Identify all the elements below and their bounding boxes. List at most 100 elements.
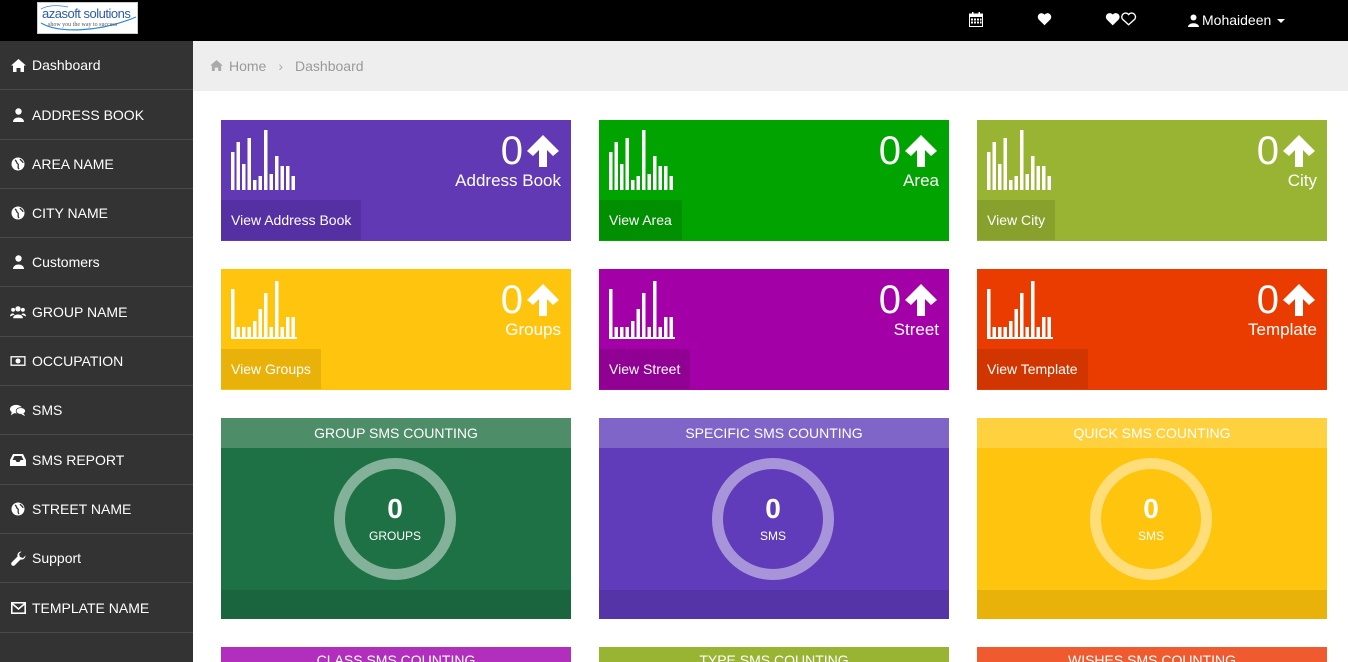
home-icon: [210, 58, 223, 74]
sidebar-item-sms-report[interactable]: SMS REPORT: [0, 436, 193, 485]
stat-box-groups: 0 Groups View Groups: [221, 269, 571, 390]
panel-type-sms-counting: TYPE SMS COUNTING: [599, 647, 949, 662]
user-icon: [10, 108, 26, 122]
user-icon: [10, 255, 26, 269]
panel-title: TYPE SMS COUNTING: [699, 652, 849, 662]
bar-chart-icon: [609, 281, 675, 339]
stat-value-row: 0: [1257, 278, 1317, 322]
logo-text: azasoft solutions: [42, 6, 131, 21]
stat-box-city: 0 City View City: [977, 120, 1327, 241]
count-ring: 0 SMS: [1090, 458, 1212, 580]
top-navbar: azasoft solutions show you the way to su…: [0, 0, 1348, 41]
sidebar-item-city-name[interactable]: CITY NAME: [0, 189, 193, 238]
breadcrumb-home-link[interactable]: Home: [229, 58, 266, 74]
sidebar-item-label: SMS REPORT: [32, 452, 125, 468]
view-groups-link[interactable]: View Groups: [221, 349, 321, 389]
sidebar-item-label: SMS: [32, 402, 63, 418]
count-unit: SMS: [759, 529, 786, 543]
sidebar-item-label: OCCUPATION: [32, 353, 124, 369]
calendar-icon[interactable]: [969, 12, 983, 31]
panel-specific-sms-counting: SPECIFIC SMS COUNTING 0 SMS: [599, 418, 949, 619]
sidebar-item-label: ADDRESS BOOK: [32, 107, 145, 123]
envelope-icon: [10, 602, 26, 614]
count-value: 0: [1143, 493, 1159, 524]
panel-title: GROUP SMS COUNTING: [221, 418, 571, 448]
sidebar-item-occupation[interactable]: OCCUPATION: [0, 337, 193, 386]
user-menu-dropdown[interactable]: Mohaideen: [1188, 12, 1286, 29]
stat-box-address-book: 0 Address Book View Address Book: [221, 120, 571, 241]
wrench-icon: [10, 550, 26, 566]
view-street-link[interactable]: View Street: [599, 349, 691, 389]
bar-chart-icon: [987, 281, 1053, 339]
arrow-up-icon: [1283, 135, 1315, 167]
stat-label: Street: [893, 320, 939, 339]
stat-value: 0: [500, 278, 523, 322]
panel-footer: [599, 590, 949, 619]
panel-quick-sms-counting: QUICK SMS COUNTING 0 SMS: [977, 418, 1327, 619]
stat-value: 0: [1256, 278, 1279, 322]
count-ring: 0 SMS: [712, 458, 834, 580]
stat-value: 0: [878, 129, 901, 173]
sidebar-item-label: GROUP NAME: [32, 304, 128, 320]
view-template-link[interactable]: View Template: [977, 349, 1088, 389]
sidebar-item-customers[interactable]: Customers: [0, 238, 193, 287]
company-logo[interactable]: azasoft solutions show you the way to su…: [37, 2, 138, 34]
view-address-book-link[interactable]: View Address Book: [221, 200, 362, 240]
sidebar-item-label: Customers: [32, 254, 100, 270]
sidebar-item-label: AREA NAME: [32, 156, 114, 172]
sidebar-item-area-name[interactable]: AREA NAME: [0, 140, 193, 189]
logo-tagline: show you the way to success: [48, 22, 118, 28]
arrow-up-icon: [905, 284, 937, 316]
breadcrumb-separator: ›: [278, 58, 284, 74]
globe-icon: [10, 502, 26, 516]
count-value: 0: [765, 493, 781, 524]
view-city-link[interactable]: View City: [977, 200, 1056, 240]
stat-value: 0: [1256, 129, 1279, 173]
view-area-link[interactable]: View Area: [599, 200, 682, 240]
users-icon: [10, 305, 26, 319]
stat-value: 0: [878, 278, 901, 322]
chevron-down-icon: [1277, 18, 1286, 23]
inbox-icon: [10, 454, 26, 466]
count-unit: GROUPS: [368, 529, 421, 543]
sidebar-item-label: CITY NAME: [32, 205, 108, 221]
heart-icon[interactable]: [1037, 12, 1052, 30]
arrow-up-icon: [905, 135, 937, 167]
sidebar-item-sms[interactable]: SMS: [0, 386, 193, 435]
bar-chart-icon: [609, 130, 673, 190]
stat-box-template: 0 Template View Template: [977, 269, 1327, 390]
stat-value: 0: [500, 129, 523, 173]
panel-title: CLASS SMS COUNTING: [316, 652, 476, 662]
sidebar-item-support[interactable]: Support: [0, 534, 193, 583]
panel-wishes-sms-counting: WISHES SMS COUNTING: [977, 647, 1327, 662]
sidebar-item-label: Dashboard: [32, 57, 101, 73]
bar-chart-icon: [231, 281, 297, 339]
stat-label: Area: [903, 171, 939, 190]
count-ring: 0 GROUPS: [334, 458, 456, 580]
panel-group-sms-counting: GROUP SMS COUNTING 0 GROUPS: [221, 418, 571, 619]
sidebar-item-street-name[interactable]: STREET NAME: [0, 485, 193, 534]
hearts-icon[interactable]: [1104, 12, 1138, 30]
bar-chart-icon: [987, 130, 1051, 190]
arrow-up-icon: [1283, 284, 1315, 316]
stat-label: Address Book: [455, 171, 561, 190]
stat-label: Groups: [505, 320, 561, 339]
stat-value-row: 0: [879, 278, 939, 322]
panel-footer: [977, 590, 1327, 619]
arrow-up-icon: [527, 135, 559, 167]
sidebar-item-address-book[interactable]: ADDRESS BOOK: [0, 91, 193, 140]
sidebar-item-template-name[interactable]: TEMPLATE NAME: [0, 584, 193, 633]
home-icon: [10, 58, 26, 72]
sidebar-item-dashboard[interactable]: Dashboard: [0, 41, 193, 90]
sidebar-item-label: TEMPLATE NAME: [32, 600, 150, 616]
sidebar: Dashboard ADDRESS BOOK AREA NAME CITY NA…: [0, 41, 193, 662]
stat-box-area: 0 Area View Area: [599, 120, 949, 241]
bar-chart-icon: [231, 130, 295, 190]
panel-title: SPECIFIC SMS COUNTING: [599, 418, 949, 448]
panel-title: QUICK SMS COUNTING: [977, 418, 1327, 448]
globe-icon: [10, 206, 26, 220]
stat-value-row: 0: [501, 129, 561, 173]
stat-label: Template: [1248, 320, 1317, 339]
sidebar-item-group-name[interactable]: GROUP NAME: [0, 288, 193, 337]
breadcrumb-current: Dashboard: [295, 58, 364, 74]
